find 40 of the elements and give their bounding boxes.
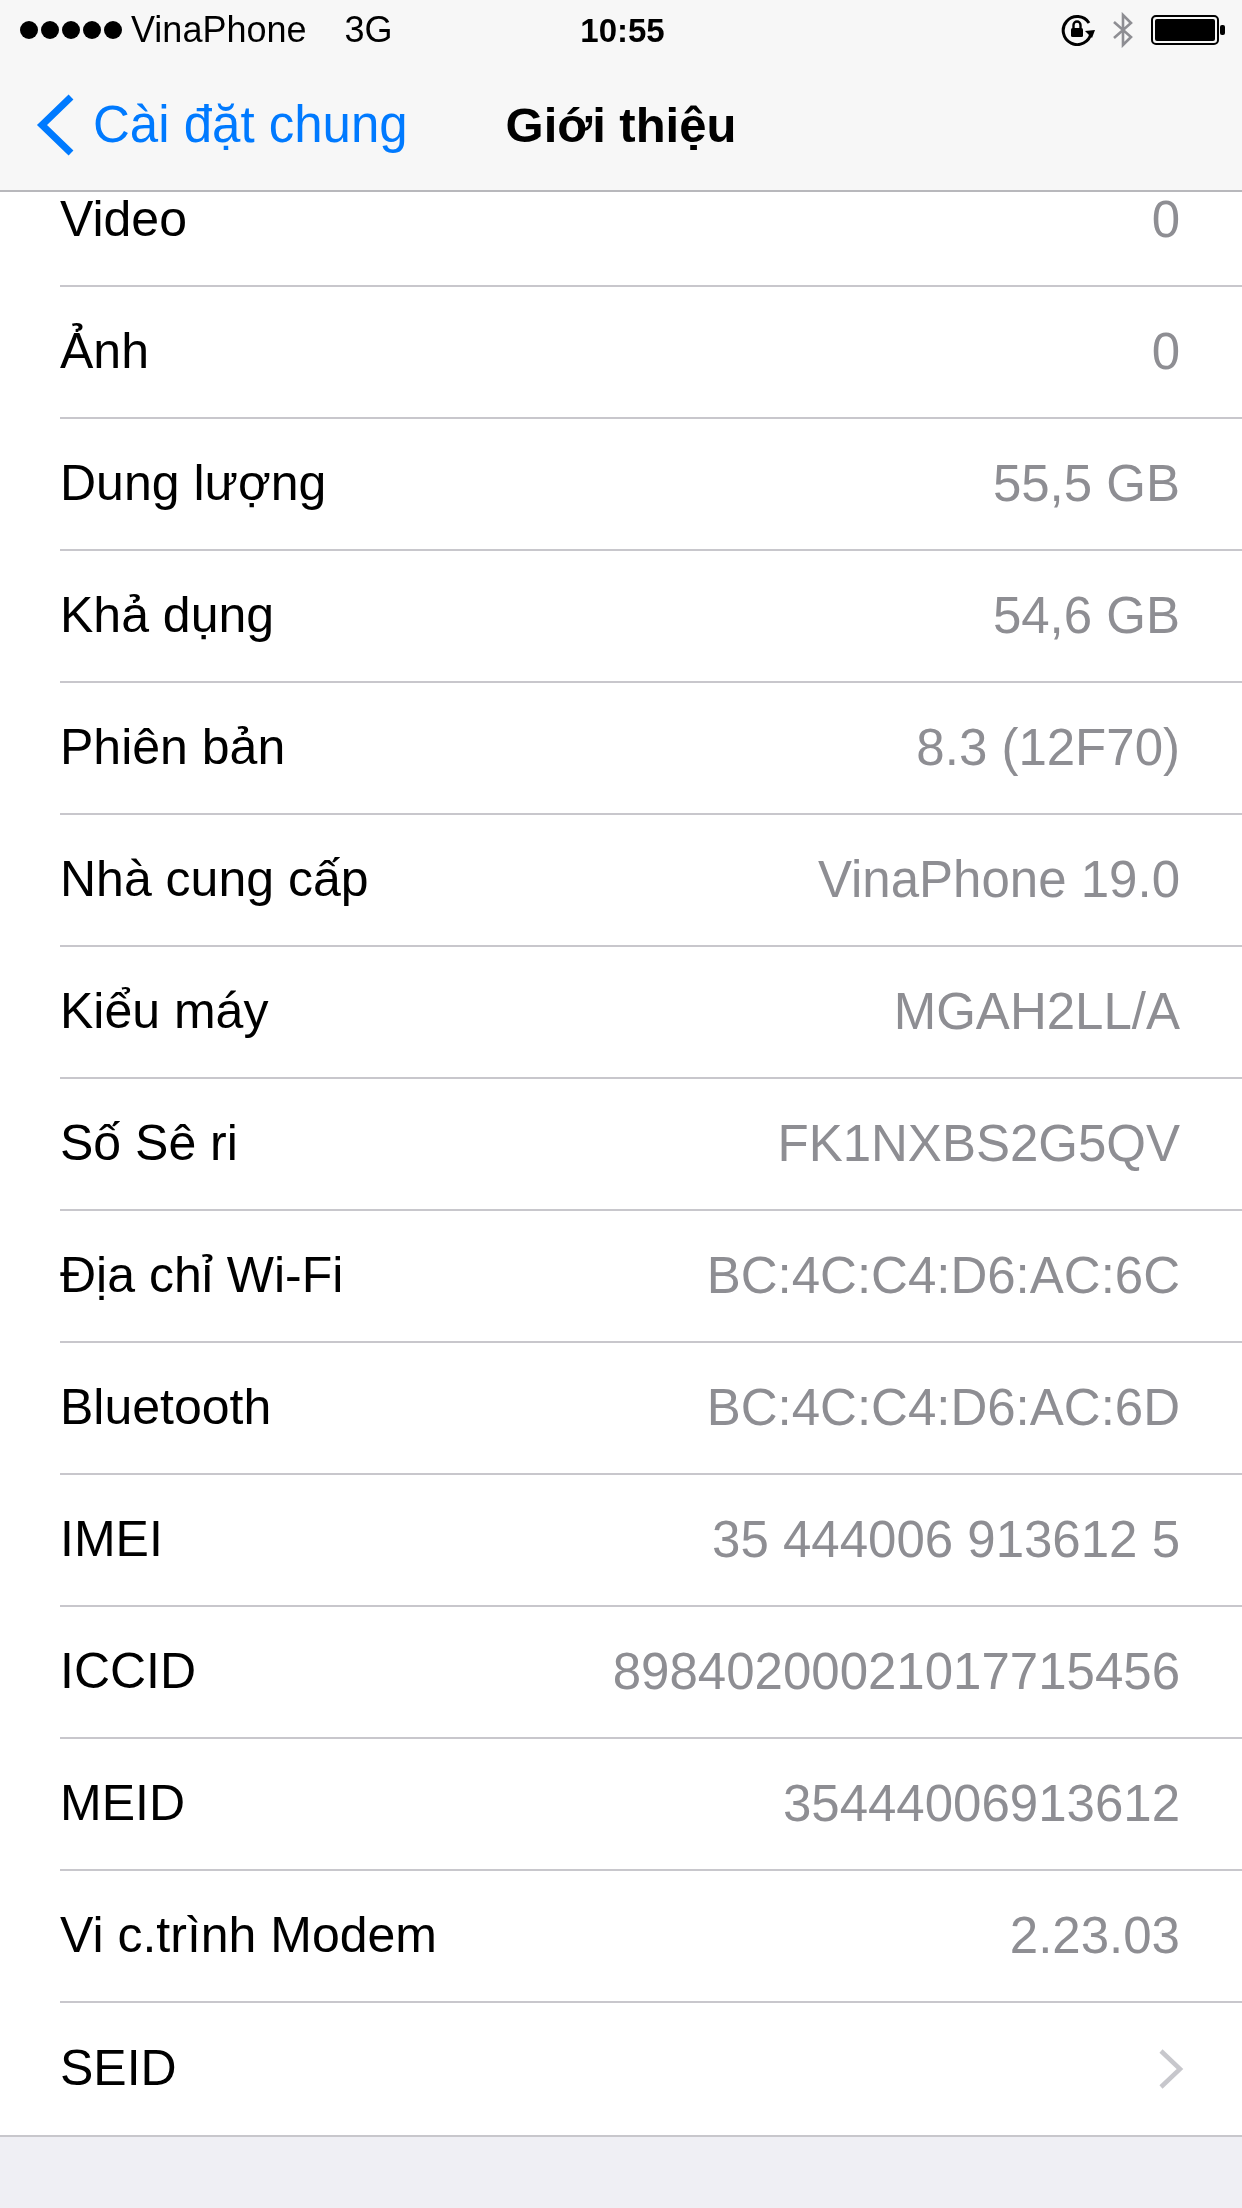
row-label: Video	[60, 191, 187, 249]
row-label: Địa chỉ Wi-Fi	[60, 1247, 344, 1305]
row-label: MEID	[60, 1775, 185, 1833]
row-label: Dung lượng	[60, 455, 327, 513]
signal-strength-icon	[20, 21, 123, 39]
row-value: 35444006913612	[782, 1774, 1180, 1834]
row-value: 0	[1151, 190, 1180, 250]
row-value: 8.3 (12F70)	[916, 718, 1180, 778]
row-value: MGAH2LL/A	[893, 982, 1180, 1042]
row-value: BC:4C:C4:D6:AC:6D	[706, 1378, 1180, 1438]
row-label: Bluetooth	[60, 1379, 272, 1437]
back-button[interactable]: Cài đặt chung	[36, 94, 408, 156]
row-value: 55,5 GB	[992, 454, 1180, 514]
row-label: Ảnh	[60, 323, 149, 381]
carrier-name: VinaPhone	[131, 12, 307, 48]
battery-icon	[1151, 15, 1225, 45]
row-label: Vi c.trình Modem	[60, 1907, 437, 1965]
network-type: 3G	[344, 12, 393, 48]
row-value: 35 444006 913612 5	[712, 1510, 1180, 1570]
row-label: IMEI	[60, 1511, 163, 1569]
chevron-right-icon	[1158, 2049, 1184, 2089]
chevron-left-icon	[36, 94, 75, 156]
row-label: ICCID	[60, 1643, 197, 1701]
row-label: Số Sê ri	[60, 1115, 238, 1173]
row-label: Nhà cung cấp	[60, 851, 369, 909]
row-label: Phiên bản	[60, 719, 286, 777]
row-label: Kiểu máy	[60, 983, 269, 1041]
row-value: 0	[1151, 322, 1180, 382]
row-value: 54,6 GB	[992, 586, 1180, 646]
screen-title: Giới thiệu	[505, 96, 737, 154]
row-value: BC:4C:C4:D6:AC:6C	[706, 1246, 1180, 1306]
row-value: FK1NXBS2G5QV	[777, 1114, 1180, 1174]
clock-time: 10:55	[580, 13, 665, 47]
bluetooth-icon	[1111, 12, 1135, 48]
row-value: 2.23.03	[1009, 1906, 1180, 1966]
row-value: 89840200021017715456	[612, 1642, 1180, 1702]
rotation-lock-icon	[1061, 14, 1095, 46]
list-row[interactable]: SEID	[0, 2003, 1242, 2135]
row-label: Khả dụng	[60, 587, 275, 645]
row-value: VinaPhone 19.0	[817, 850, 1180, 910]
